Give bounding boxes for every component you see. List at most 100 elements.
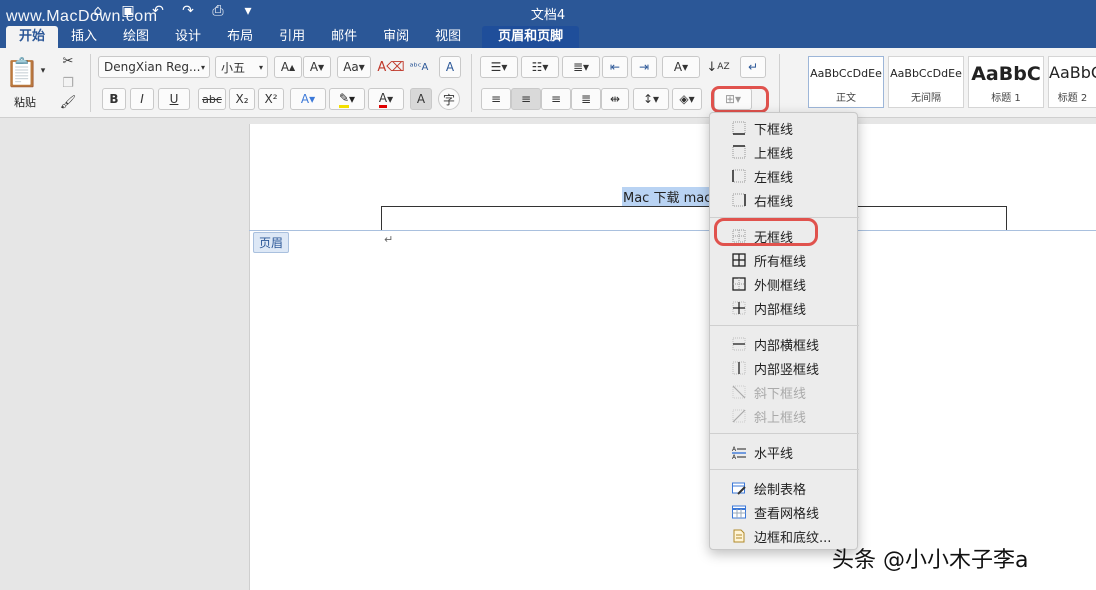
format-painter-icon[interactable]: 🖌 — [58, 94, 78, 110]
menu-item-label: 水平线 — [754, 446, 794, 462]
no-border-highlight — [714, 218, 818, 246]
tab-header-footer[interactable]: 页眉和页脚 — [482, 26, 580, 48]
menu-divider — [710, 325, 859, 326]
inside-borders-icon — [732, 301, 746, 315]
increase-indent-icon[interactable]: ⇥ — [631, 56, 657, 78]
copy-icon[interactable]: ❐ — [58, 72, 78, 94]
shrink-font-icon[interactable]: A ▼ — [303, 56, 331, 78]
style-name: 标题 2 — [1057, 93, 1088, 104]
menu-item-right-border[interactable]: 右框线 — [710, 189, 859, 211]
shading-icon[interactable]: ◈▾ — [672, 88, 702, 110]
style-heading-2[interactable]: AaBbC 标题 2 — [1048, 56, 1096, 108]
clear-formatting-icon[interactable]: A⌫ — [377, 56, 404, 78]
menu-item-label: 内部框线 — [754, 302, 807, 318]
tab-references[interactable]: 引用 — [266, 26, 318, 48]
menu-item-label: 右框线 — [754, 194, 794, 210]
borders-dropdown-menu: 下框线 上框线 左框线 右框线 无框线 所有框线 外侧框线 内部框线 内部横框线… — [709, 112, 859, 550]
menu-item-inside-borders[interactable]: 内部框线 — [710, 297, 859, 319]
menu-item-label: 内部竖框线 — [754, 362, 820, 378]
menu-item-view-gridlines[interactable]: 查看网格线 — [710, 501, 859, 523]
superscript-button[interactable]: X² — [258, 88, 284, 110]
menu-item-draw-table[interactable]: 绘制表格 — [710, 477, 859, 499]
numbering-icon[interactable]: ☷▾ — [521, 56, 559, 78]
separator — [779, 54, 780, 112]
left-border-icon — [732, 169, 746, 183]
decrease-indent-icon[interactable]: ⇤ — [602, 56, 628, 78]
style-sample: AaBbC — [1049, 63, 1096, 82]
text-effects-icon[interactable]: A▾ — [290, 88, 326, 110]
line-spacing-icon[interactable]: ↕▾ — [633, 88, 669, 110]
font-size-select[interactable]: 小五 ▾ — [215, 56, 268, 78]
style-sample: AaBbCcDdEe — [890, 67, 962, 80]
menu-item-label: 外侧框线 — [754, 278, 807, 294]
menu-item-inside-vertical-border[interactable]: 内部竖框线 — [710, 357, 859, 379]
grow-font-icon[interactable]: A ▲ — [274, 56, 302, 78]
menu-item-all-borders[interactable]: 所有框线 — [710, 249, 859, 271]
strikethrough-button[interactable]: abc — [198, 88, 226, 110]
style-no-spacing[interactable]: AaBbCcDdEe 无间隔 — [888, 56, 964, 108]
tab-insert[interactable]: 插入 — [58, 26, 110, 48]
tab-view[interactable]: 视图 — [422, 26, 474, 48]
tab-home[interactable]: 开始 — [6, 26, 59, 48]
justify-icon[interactable]: ≣ — [571, 88, 601, 110]
bold-button[interactable]: B — [102, 88, 126, 110]
style-heading-1[interactable]: AaBbC 标题 1 — [968, 56, 1044, 108]
character-border-icon[interactable]: A — [439, 56, 461, 78]
svg-text:A: A — [732, 454, 737, 459]
align-right-icon[interactable]: ≡ — [541, 88, 571, 110]
font-color-icon[interactable]: A ▾ — [368, 88, 404, 110]
menu-item-left-border[interactable]: 左框线 — [710, 165, 859, 187]
subscript-button[interactable]: X₂ — [229, 88, 255, 110]
asian-layout-icon[interactable]: A▾ — [662, 56, 700, 78]
tab-review[interactable]: 审阅 — [370, 26, 422, 48]
style-sample: AaBbCcDdEe — [810, 67, 882, 80]
cut-icon[interactable]: ✂ — [58, 50, 78, 72]
svg-text:A: A — [732, 446, 737, 453]
underline-button[interactable]: U — [158, 88, 190, 110]
menu-item-label: 左框线 — [754, 170, 794, 186]
menu-item-horizontal-line[interactable]: AA 水平线 — [710, 441, 859, 463]
borders-button-highlight — [711, 86, 769, 113]
style-name: 标题 1 — [991, 93, 1021, 104]
header-selected-text[interactable]: Mac 下载 macd — [622, 187, 721, 206]
paste-icon[interactable]: 📋 — [5, 54, 40, 90]
bottom-border-icon — [732, 121, 746, 135]
tab-design[interactable]: 设计 — [162, 26, 214, 48]
tab-mailings[interactable]: 邮件 — [318, 26, 370, 48]
menu-item-top-border[interactable]: 上框线 — [710, 141, 859, 163]
menu-item-label: 绘制表格 — [754, 482, 807, 498]
font-name-select[interactable]: DengXian Reg... ▾ — [98, 56, 210, 78]
paste-dropdown-icon[interactable]: ▾ — [38, 60, 48, 82]
font-size-value: 小五 — [221, 60, 246, 75]
style-normal[interactable]: AaBbCcDdEe 正文 — [808, 56, 884, 108]
sort-icon[interactable]: ↓ AZ — [706, 56, 730, 78]
menu-item-outside-borders[interactable]: 外侧框线 — [710, 273, 859, 295]
align-left-icon[interactable]: ≡ — [481, 88, 511, 110]
multilevel-list-icon[interactable]: ≣▾ — [562, 56, 600, 78]
highlight-color-icon[interactable]: ✎ ▾ — [329, 88, 365, 110]
menu-item-inside-horizontal-border[interactable]: 内部横框线 — [710, 333, 859, 355]
menu-item-bottom-border[interactable]: 下框线 — [710, 117, 859, 139]
style-sample: AaBbC — [971, 63, 1041, 85]
tab-draw[interactable]: 绘图 — [110, 26, 162, 48]
bullets-icon[interactable]: ☰▾ — [480, 56, 518, 78]
menu-divider — [710, 469, 859, 470]
draw-table-icon — [732, 482, 746, 495]
horizontal-line-icon: AA — [732, 446, 746, 459]
show-formatting-marks-icon[interactable]: ↵ — [740, 56, 766, 78]
style-name: 无间隔 — [911, 93, 941, 104]
tab-layout[interactable]: 布局 — [214, 26, 266, 48]
menu-item-label: 斜下框线 — [754, 386, 807, 402]
character-shading-icon[interactable]: A — [410, 88, 432, 110]
phonetic-guide-icon[interactable]: ᵃᵇᶜA — [406, 56, 432, 78]
header-divider — [249, 230, 1096, 231]
separator — [90, 54, 91, 112]
menu-item-label: 查看网格线 — [754, 506, 820, 522]
change-case-icon[interactable]: Aa▾ — [337, 56, 371, 78]
italic-button[interactable]: I — [130, 88, 154, 110]
align-center-icon[interactable]: ≡ — [511, 88, 541, 110]
enclose-characters-icon[interactable]: 字 — [438, 88, 460, 110]
inside-vertical-border-icon — [732, 361, 746, 375]
ribbon-tabs: 开始 插入 绘图 设计 布局 引用 邮件 审阅 视图 页眉和页脚 — [0, 26, 580, 48]
distributed-icon[interactable]: ⇹ — [601, 88, 629, 110]
